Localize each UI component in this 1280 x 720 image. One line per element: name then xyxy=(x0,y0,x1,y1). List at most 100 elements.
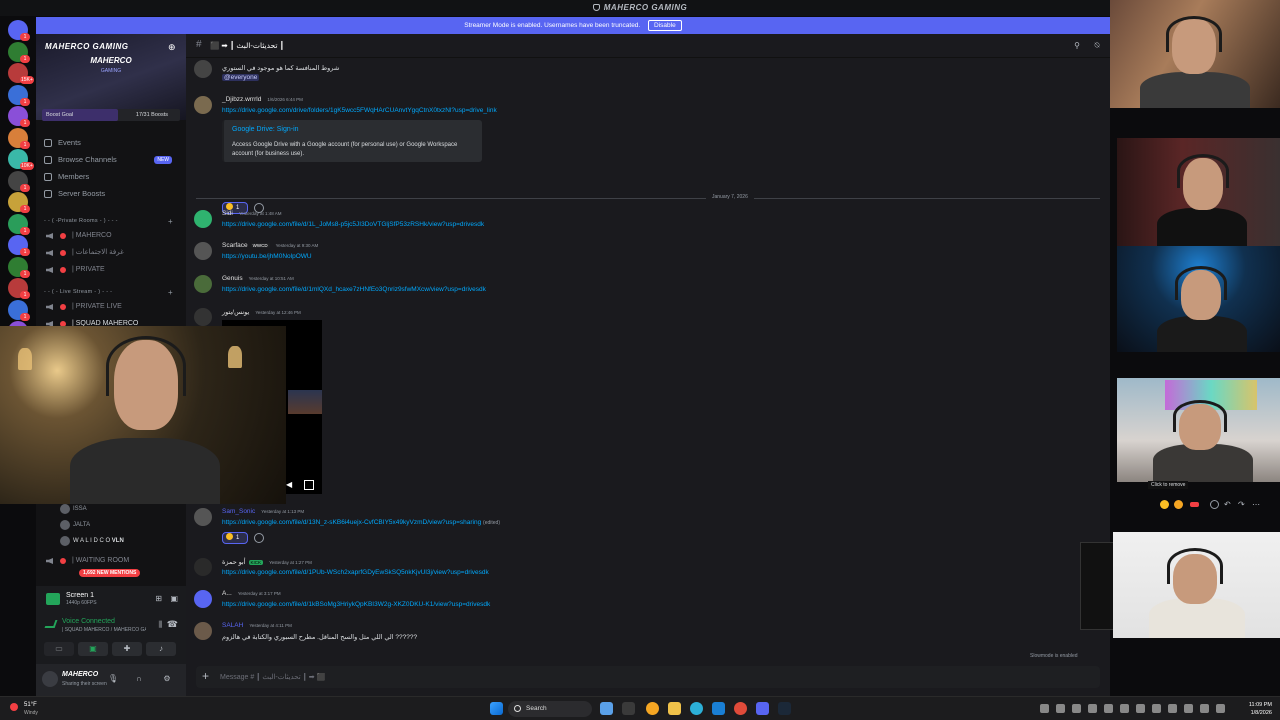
voice-channel-private[interactable]: | PRIVATE xyxy=(46,263,182,277)
message-author[interactable]: Genuis Yesterday at 10:51 AM xyxy=(222,275,294,282)
message-author[interactable]: يونس/يتور Yesterday at 12:46 PM xyxy=(222,308,301,316)
add-reaction-icon[interactable] xyxy=(1210,500,1219,509)
activities-button[interactable]: ✚ xyxy=(112,642,142,656)
category-private-rooms[interactable]: - - ( -Private Rooms - ) - - - + xyxy=(44,217,173,226)
stop-stream-icon[interactable]: ▣ xyxy=(170,594,178,603)
message-author[interactable]: Sidi Yesterday at 1:48 AM xyxy=(222,210,281,217)
avatar[interactable] xyxy=(194,60,212,78)
keyboard-icon[interactable] xyxy=(1200,704,1209,713)
fullscreen-icon[interactable] xyxy=(304,480,314,490)
volume-icon[interactable] xyxy=(1168,704,1177,713)
invite-icon[interactable]: ⊕ xyxy=(168,42,178,52)
microphone-icon[interactable]: 🎙 xyxy=(108,674,118,684)
file-explorer-icon[interactable] xyxy=(668,702,681,715)
voice-user[interactable]: W A L I D C O VLN xyxy=(60,535,124,547)
screen-share-button[interactable]: ▣ xyxy=(78,642,108,656)
app-icon[interactable] xyxy=(646,702,659,715)
avatar[interactable] xyxy=(194,508,212,526)
new-mentions-pill[interactable]: 1,692 NEW MENTIONS xyxy=(79,569,141,577)
reaction-chip[interactable]: 1 xyxy=(222,532,248,544)
message-author[interactable]: Scarface WWCD Yesterday at 9:30 AM xyxy=(222,242,318,249)
screen-share-status[interactable]: Screen 1 1440p 60FPS ⊞ ▣ xyxy=(40,590,182,608)
category-live-stream[interactable]: - - ( - Live Stream - ) - - - + xyxy=(44,288,173,297)
battery-icon[interactable] xyxy=(1184,704,1193,713)
avatar[interactable] xyxy=(194,590,212,608)
steam-icon[interactable] xyxy=(778,702,791,715)
avatar[interactable] xyxy=(194,242,212,260)
store-icon[interactable] xyxy=(712,702,725,715)
gear-icon[interactable]: ⚙ xyxy=(162,674,172,684)
edge-icon[interactable] xyxy=(690,702,703,715)
username[interactable]: MAHERCO xyxy=(62,671,98,678)
events-nav[interactable]: Events xyxy=(44,136,180,150)
forward-icon[interactable]: ↷ xyxy=(1238,500,1247,509)
super-reaction-icon[interactable] xyxy=(1190,502,1199,507)
tray-icon[interactable] xyxy=(1104,704,1113,713)
members-nav[interactable]: Members xyxy=(44,170,180,184)
voice-user[interactable]: JALTA xyxy=(60,519,90,531)
avatar[interactable] xyxy=(194,622,212,640)
disable-button[interactable]: Disable xyxy=(648,20,682,31)
soundboard-button[interactable]: ♪ xyxy=(146,642,176,656)
tray-icon[interactable] xyxy=(1040,704,1049,713)
voice-channel-private-live[interactable]: | PRIVATE LIVE xyxy=(46,300,182,314)
avatar[interactable] xyxy=(194,275,212,293)
camera-button[interactable]: ▭ xyxy=(44,642,74,656)
message-link[interactable]: https://drive.google.com/file/d/1L_JoMs8… xyxy=(222,221,484,228)
reaction-icon[interactable] xyxy=(1160,500,1169,509)
pin-icon[interactable]: ⚲ xyxy=(1072,41,1082,51)
reply-icon[interactable]: ↶ xyxy=(1224,500,1233,509)
video-thumbnail[interactable] xyxy=(288,390,322,414)
avatar[interactable] xyxy=(194,308,212,326)
wifi-icon[interactable] xyxy=(1152,704,1161,713)
voice-channel-meetings[interactable]: | غرفة الاجتماعات xyxy=(46,246,182,260)
tray-icon[interactable] xyxy=(1072,704,1081,713)
add-channel-icon[interactable]: + xyxy=(168,288,173,297)
message-link[interactable]: https://drive.google.com/file/d/1PUb-WSc… xyxy=(222,569,489,576)
stream-settings-icon[interactable]: ⊞ xyxy=(155,594,162,603)
everyone-mention[interactable]: @everyone xyxy=(222,74,260,81)
boost-goal-bar[interactable]: Boost Goal 17/31 Boosts xyxy=(42,109,180,121)
tray-icon[interactable] xyxy=(1056,704,1065,713)
message-input[interactable] xyxy=(220,670,820,684)
more-icon[interactable]: ⋯ xyxy=(1252,500,1261,509)
weather-widget[interactable]: 51°F Windy xyxy=(10,700,50,718)
message-link[interactable]: https://drive.google.com/drive/folders/1… xyxy=(222,107,497,114)
tray-icon[interactable] xyxy=(1136,704,1145,713)
disconnect-icon[interactable]: ☎ xyxy=(167,619,178,630)
avatar[interactable] xyxy=(194,210,212,228)
browse-channels-nav[interactable]: Browse Channels NEW xyxy=(44,153,180,167)
server-name[interactable]: MAHERCO GAMING xyxy=(45,42,128,51)
server-boosts-nav[interactable]: Server Boosts xyxy=(44,187,180,201)
message-link[interactable]: https://youtu.be/jhM0NolpOWU xyxy=(222,253,312,260)
avatar[interactable] xyxy=(194,96,212,114)
noise-suppression-icon[interactable]: ⫼ xyxy=(158,620,162,630)
voice-connected-status[interactable]: Voice Connected | SQUAD MAHERCO / MAHERC… xyxy=(40,616,182,636)
add-channel-icon[interactable]: + xyxy=(168,217,173,226)
headphones-icon[interactable]: ∩ xyxy=(134,674,144,684)
message-author[interactable]: SALAH Yesterday at 4:11 PM xyxy=(222,622,292,629)
reaction-icon[interactable] xyxy=(1174,500,1183,509)
message-author[interactable]: Sam_Sonic Yesterday at 1:13 PM xyxy=(222,508,304,515)
voice-channel-maherco[interactable]: | MAHERCO xyxy=(46,229,182,243)
tray-icon[interactable] xyxy=(1120,704,1129,713)
add-reaction-icon[interactable] xyxy=(254,533,264,543)
chrome-icon[interactable] xyxy=(734,702,747,715)
taskbar-search[interactable]: Search xyxy=(508,701,592,717)
windows-start-icon[interactable] xyxy=(490,702,503,715)
message-author[interactable]: A... Yesterday at 3:17 PM xyxy=(222,590,281,597)
volume-icon[interactable]: ◀ xyxy=(286,480,296,490)
language-icon[interactable] xyxy=(1216,704,1225,713)
message-author[interactable]: أبو حمزة KICK Yesterday at 1:27 PM xyxy=(222,558,312,566)
message-link[interactable]: https://drive.google.com/file/d/1mlQXd_h… xyxy=(222,286,486,293)
task-view-icon[interactable] xyxy=(622,702,635,715)
taskbar-clock[interactable]: 11:09 PM 1/8/2026 xyxy=(1232,701,1272,717)
embed-title[interactable]: Google Drive: Sign-in xyxy=(232,126,299,133)
avatar[interactable] xyxy=(42,671,58,687)
avatar[interactable] xyxy=(194,558,212,576)
message-link[interactable]: https://drive.google.com/file/d/1kBSoMg3… xyxy=(222,601,490,608)
voice-user[interactable]: ISSA xyxy=(60,503,87,515)
discord-icon[interactable] xyxy=(756,702,769,715)
mute-notifications-icon[interactable]: ⍉ xyxy=(1092,41,1102,51)
tray-icon[interactable] xyxy=(1088,704,1097,713)
